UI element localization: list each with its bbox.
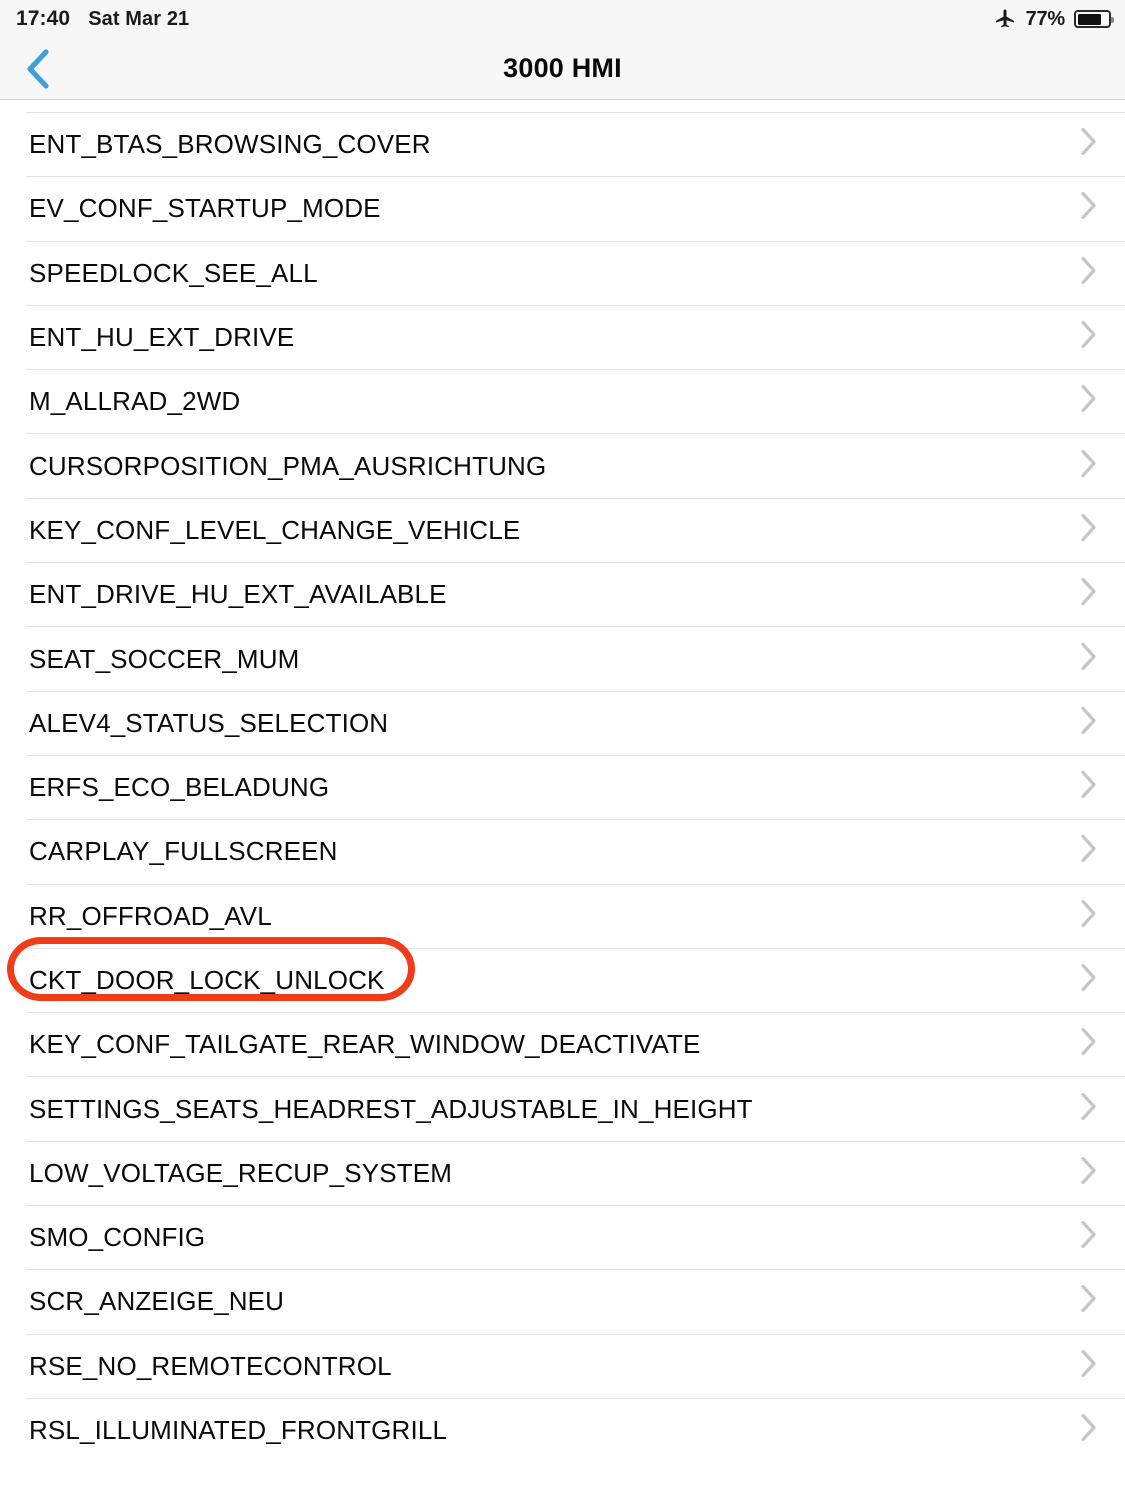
status-bar-left: 17:40 Sat Mar 21	[16, 7, 189, 31]
chevron-right-icon	[1080, 320, 1097, 355]
list-item[interactable]: KEY_CONF_LEVEL_CHANGE_VEHICLE	[0, 497, 1125, 563]
battery-percentage: 77%	[1025, 7, 1066, 30]
chevron-right-icon	[1080, 384, 1097, 419]
chevron-right-icon	[1080, 577, 1097, 612]
chevron-right-icon	[1080, 191, 1097, 226]
list-item[interactable]: RSE_NO_REMOTECONTROL	[0, 1333, 1125, 1398]
list-item[interactable]: CKT_DOOR_LOCK_UNLOCK	[0, 947, 1125, 1013]
chevron-right-icon	[1080, 1220, 1097, 1255]
list-item[interactable]: SPEEDLOCK_SEE_ALL	[0, 240, 1125, 305]
list-item[interactable]: ENT_DRIVE_HU_EXT_AVAILABLE	[0, 562, 1125, 627]
status-bar-right: 77%	[993, 0, 1114, 38]
list-item-label: RR_OFFROAD_AVL	[29, 900, 272, 931]
list-item-label: EV_CONF_STARTUP_MODE	[29, 193, 381, 224]
status-time: 17:40	[16, 7, 71, 30]
list-item[interactable]: ENT_HU_EXT_DRIVE	[0, 304, 1125, 370]
chevron-right-icon	[1080, 1027, 1097, 1062]
list-item-label: LOW_VOLTAGE_RECUP_SYSTEM	[29, 1157, 453, 1188]
list-item-label: ENT_HU_EXT_DRIVE	[29, 322, 295, 353]
chevron-right-icon	[1080, 1155, 1097, 1190]
list-item[interactable]: LOW_VOLTAGE_RECUP_SYSTEM	[0, 1140, 1125, 1206]
airplane-mode-icon	[993, 7, 1017, 31]
navigation-bar: 3000 HMI	[0, 38, 1125, 100]
chevron-right-icon	[1080, 705, 1097, 740]
list-item-label: SPEEDLOCK_SEE_ALL	[29, 257, 318, 288]
list-item[interactable]: ERFS_ECO_BELADUNG	[0, 754, 1125, 820]
status-date: Sat Mar 21	[88, 8, 190, 30]
list-item[interactable]: CARPLAY_FULLSCREEN	[0, 819, 1125, 884]
list-item[interactable]: EV_CONF_STARTUP_MODE	[0, 176, 1125, 241]
list-item-label: RSL_ILLUMINATED_FRONTGRILL	[29, 1415, 448, 1446]
chevron-right-icon	[1080, 255, 1097, 290]
list-item-label: CKT_DOOR_LOCK_UNLOCK	[29, 965, 385, 995]
list-item[interactable]: ALEV4_STATUS_SELECTION	[0, 690, 1125, 755]
list-item-label: ERFS_ECO_BELADUNG	[29, 772, 330, 803]
chevron-right-icon	[1080, 770, 1097, 805]
list-item-label: SMO_CONFIG	[29, 1222, 206, 1253]
list-item[interactable]: SCR_ANZEIGE_NEU	[0, 1269, 1125, 1334]
list-item-label: ALEV4_STATUS_SELECTION	[29, 707, 389, 738]
list-item-label: KEY_CONF_LEVEL_CHANGE_VEHICLE	[29, 514, 521, 545]
chevron-right-icon	[1080, 1413, 1097, 1448]
list-item-label: SETTINGS_SEATS_HEADREST_ADJUSTABLE_IN_HE…	[29, 1093, 753, 1124]
list-item[interactable]: SEAT_SOCCER_MUM	[0, 626, 1125, 691]
back-button[interactable]	[10, 38, 66, 100]
list-item-label: ENT_BTAS_BROWSING_COVER	[29, 129, 431, 160]
list-item-label: M_ALLRAD_2WD	[29, 386, 241, 417]
list-item-label: CURSORPOSITION_PMA_AUSRICHTUNG	[29, 450, 547, 481]
list-item[interactable]: KEY_CONF_TAILGATE_REAR_WINDOW_DEACTIVATE	[0, 1012, 1125, 1077]
list-item-label: CARPLAY_FULLSCREEN	[29, 836, 338, 867]
chevron-right-icon	[1080, 1091, 1097, 1126]
list-item[interactable]: M_ALLRAD_2WD	[0, 369, 1125, 434]
list-item[interactable]: CURSORPOSITION_PMA_AUSRICHTUNG	[0, 433, 1125, 498]
list-item[interactable]: SMO_CONFIG	[0, 1205, 1125, 1270]
list-item-partial[interactable]: ENT_BTAS_BROWSING	[0, 100, 1125, 112]
list-item-label: SCR_ANZEIGE_NEU	[29, 1286, 285, 1317]
list-item[interactable]: RSL_ILLUMINATED_FRONTGRILL	[0, 1397, 1125, 1463]
list-item-label: ENT_DRIVE_HU_EXT_AVAILABLE	[29, 579, 447, 610]
list-item[interactable]: RR_OFFROAD_AVL	[0, 883, 1125, 948]
settings-list[interactable]: ENT_BTAS_BROWSING ENT_BTAS_BROWSING_COVE…	[0, 100, 1125, 1499]
list-item[interactable]: ENT_BTAS_BROWSING_COVER	[0, 112, 1125, 177]
chevron-right-icon	[1080, 1284, 1097, 1319]
chevron-right-icon	[1080, 512, 1097, 547]
chevron-right-icon	[1080, 448, 1097, 483]
chevron-right-icon	[1080, 1348, 1097, 1383]
list-item[interactable]: SETTINGS_SEATS_HEADREST_ADJUSTABLE_IN_HE…	[0, 1076, 1125, 1141]
chevron-right-icon	[1080, 641, 1097, 676]
status-bar: 17:40 Sat Mar 21 77%	[0, 0, 1125, 38]
chevron-right-icon	[1080, 127, 1097, 162]
page-title: 3000 HMI	[503, 53, 622, 83]
battery-icon	[1074, 10, 1114, 28]
chevron-left-icon	[25, 48, 51, 90]
chevron-right-icon	[1080, 898, 1097, 933]
chevron-right-icon	[1080, 963, 1097, 998]
list-item-label: RSE_NO_REMOTECONTROL	[29, 1350, 392, 1381]
list-item-label: KEY_CONF_TAILGATE_REAR_WINDOW_DEACTIVATE	[29, 1029, 701, 1060]
list-item-label: SEAT_SOCCER_MUM	[29, 643, 300, 674]
chevron-right-icon	[1080, 834, 1097, 869]
